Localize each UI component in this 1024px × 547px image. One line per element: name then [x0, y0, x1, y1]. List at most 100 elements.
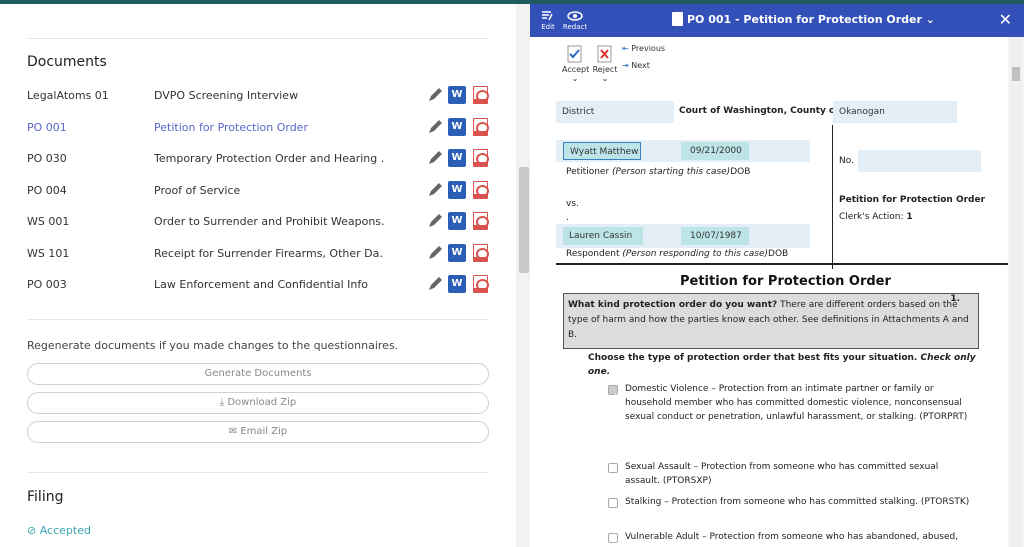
clerk-action-label: Clerk's Action: [839, 212, 904, 222]
pencil-icon[interactable] [426, 212, 442, 230]
pencil-icon[interactable] [426, 275, 442, 293]
reject-icon [597, 45, 612, 63]
generate-documents-label: Generate Documents [204, 368, 312, 379]
edit-button[interactable]: Edit [540, 10, 556, 31]
edit-icon [542, 11, 553, 21]
download-zip-label: Download Zip [227, 397, 297, 408]
divider [27, 38, 489, 39]
viewer-header: Edit Redact PO 001 - Petition for Protec… [530, 4, 1024, 37]
reject-button[interactable]: Reject ⌄ [592, 45, 618, 83]
document-title[interactable]: Petition for Protection Order [154, 121, 384, 134]
word-icon[interactable]: W [448, 86, 466, 104]
pencil-icon[interactable] [426, 181, 442, 199]
word-icon[interactable]: W [448, 180, 466, 199]
option-name: Vulnerable Adult [625, 532, 700, 542]
word-icon[interactable]: W [448, 117, 466, 136]
document-title[interactable]: Order to Surrender and Prohibit Weapons… [154, 215, 384, 228]
next-button[interactable]: ⇥ Next [622, 61, 650, 70]
document-row[interactable]: PO 030 Temporary Protection Order and Hea… [27, 149, 497, 169]
petitioner-dob-field[interactable]: 09/21/2000 [681, 142, 749, 160]
chevron-down-icon: ⌄ [601, 74, 609, 83]
document-row[interactable]: PO 003 Law Enforcement and Confidential I… [27, 275, 497, 295]
county-field[interactable]: Okanogan [833, 101, 957, 123]
petitioner-label: Petitioner (Person starting this case)DO… [566, 167, 750, 177]
word-icon[interactable]: W [448, 212, 466, 230]
download-zip-button[interactable]: ⤓ Download Zip [27, 392, 489, 414]
redact-button[interactable]: Redact [562, 10, 588, 31]
pencil-icon[interactable] [426, 118, 442, 136]
main-title: Petition for Protection Order [680, 274, 891, 289]
email-zip-button[interactable]: ✉ Email Zip [27, 421, 489, 443]
district-field[interactable]: District [556, 101, 674, 123]
generate-documents-button[interactable]: Generate Documents [27, 363, 489, 385]
petitioner-name-field[interactable]: Wyatt Matthew [563, 142, 641, 160]
option-checkbox[interactable] [608, 463, 618, 473]
pdf-icon[interactable] [473, 212, 489, 230]
vs-text: vs. [566, 199, 579, 209]
reject-label: Reject [592, 65, 618, 74]
respondent-name-field[interactable]: Lauren Cassin [563, 227, 643, 245]
viewer-scrollbar[interactable] [1010, 37, 1022, 547]
option-checkbox[interactable] [608, 498, 618, 508]
respondent-dob-field[interactable]: 10/07/1987 [681, 227, 749, 245]
pdf-icon[interactable] [473, 180, 489, 199]
pdf-icon[interactable] [473, 275, 489, 293]
district-label: District [562, 107, 595, 117]
previous-icon: ⇤ [622, 44, 632, 53]
document-title[interactable]: Proof of Service [154, 184, 384, 197]
pdf-icon[interactable] [473, 149, 489, 167]
pdf-icon[interactable] [473, 243, 489, 262]
document-code: PO 003 [27, 278, 67, 291]
document-title[interactable]: Receipt for Surrender Firearms, Other Da… [154, 247, 384, 260]
accept-button[interactable]: Accept ⌄ [562, 45, 590, 83]
document-code: PO 004 [27, 183, 67, 197]
case-no-field[interactable] [858, 150, 981, 172]
divider [27, 319, 489, 320]
word-icon[interactable]: W [448, 243, 466, 262]
divider [27, 472, 489, 473]
option-desc: Protection from someone who has committe… [671, 497, 970, 507]
word-doc-icon [672, 12, 683, 26]
petitioner-label-prefix: Petitioner [566, 167, 613, 177]
document-code: LegalAtoms 01 [27, 89, 109, 102]
previous-label: Previous [631, 44, 666, 53]
edit-label: Edit [541, 23, 555, 31]
document-row[interactable]: PO 001 Petition for Protection Order W [27, 117, 497, 138]
accept-label: Accept [562, 65, 590, 74]
scroll-thumb[interactable] [1012, 67, 1020, 81]
next-icon: ⇥ [622, 61, 632, 70]
county-value: Okanogan [839, 107, 885, 117]
option-text: Sexual Assault – Protection from someone… [625, 462, 939, 486]
pdf-icon[interactable] [473, 117, 489, 136]
document-title[interactable]: Law Enforcement and Confidential Info [154, 278, 384, 291]
pencil-icon[interactable] [426, 244, 442, 262]
chevron-down-icon: ⌄ [571, 74, 579, 83]
pdf-icon[interactable] [473, 86, 489, 104]
left-scrollbar[interactable] [516, 4, 530, 547]
redact-icon [567, 11, 583, 21]
dot-text: . [566, 213, 569, 223]
document-row[interactable]: WS 001 Order to Surrender and Prohibit We… [27, 212, 497, 232]
close-icon[interactable]: ✕ [999, 10, 1012, 29]
choose-instruction: Choose the type of protection order that… [588, 351, 978, 379]
document-row[interactable]: PO 004 Proof of Service W [27, 180, 497, 201]
word-icon[interactable]: W [448, 149, 466, 167]
pencil-icon[interactable] [426, 86, 442, 104]
email-icon: ✉ [228, 426, 241, 437]
option-checkbox[interactable] [608, 533, 618, 543]
document-row[interactable]: LegalAtoms 01 DVPO Screening Interview W [27, 86, 497, 106]
document-row[interactable]: WS 101 Receipt for Surrender Firearms, Ot… [27, 243, 497, 264]
word-icon[interactable]: W [448, 275, 466, 293]
option-checkbox[interactable] [608, 385, 618, 401]
section-number: 1. [950, 294, 960, 304]
respondent-dob: 10/07/1987 [690, 231, 742, 241]
pencil-icon[interactable] [426, 149, 442, 167]
case-no-label: No. [839, 156, 854, 166]
previous-button[interactable]: ⇤ Previous [622, 44, 665, 53]
documents-heading: Documents [27, 54, 107, 70]
scroll-thumb[interactable] [519, 167, 529, 273]
document-title[interactable]: DVPO Screening Interview [154, 89, 384, 102]
check-circle-icon: ⊘ [27, 524, 40, 537]
document-title[interactable]: Temporary Protection Order and Hearing … [154, 152, 384, 165]
viewer-title[interactable]: PO 001 - Petition for Protection Order ⌄ [687, 13, 935, 26]
